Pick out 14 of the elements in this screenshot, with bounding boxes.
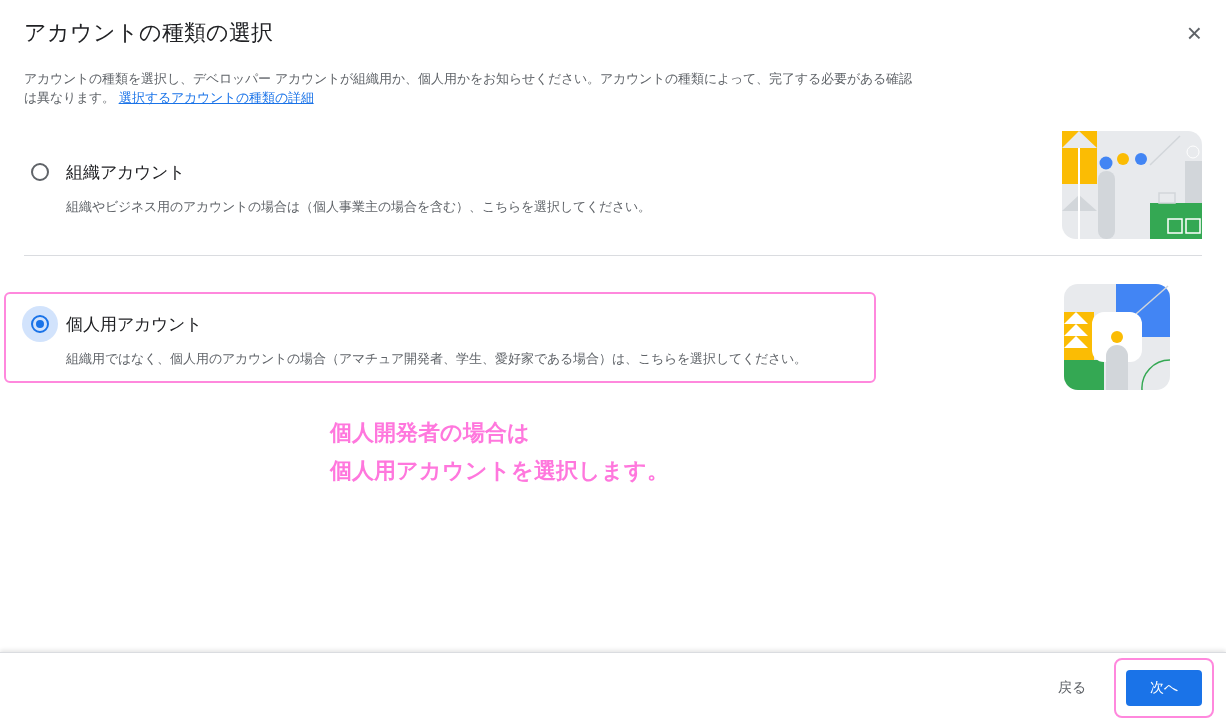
radio-button[interactable] xyxy=(22,305,58,342)
account-option[interactable]: 組織アカウント 組織やビジネス用のアカウントの場合は（個人事業主の場合を含む）、こちらを選択してください。 xyxy=(4,139,876,231)
option-label: 個人用アカウント xyxy=(66,313,203,336)
description-text: アカウントの種類を選択し、デベロッパー アカウントが組織用か、個人用かをお知らせください。アカウントの種類によって、完了する必要がある確認は異なります。 選択するアカウントの種類の詳細 xyxy=(24,70,913,107)
account-option[interactable]: 個人用アカウント 組織用ではなく、個人用のアカウントの場合（アマチュア開発者、学生、愛好家である場合）は、こちらを選択してください。 xyxy=(4,291,876,383)
details-link[interactable]: 選択するアカウントの種類の詳細 xyxy=(118,90,314,105)
back-button[interactable]: 戻る xyxy=(1042,669,1102,706)
dialog-title: アカウントの種類の選択 xyxy=(24,19,273,47)
option-description: 組織やビジネス用のアカウントの場合は（個人事業主の場合を含む）、こちらを選択してください。 xyxy=(66,198,651,216)
option-description: 組織用ではなく、個人用のアカウントの場合（アマチュア開発者、学生、愛好家である場合）は、こちらを選択してください。 xyxy=(66,350,807,368)
close-button[interactable]: × xyxy=(1186,20,1202,46)
annotation-text: 個人開発者の場合は 個人用アカウントを選択します。 xyxy=(330,419,670,485)
option-label: 組織アカウント xyxy=(66,161,186,184)
next-button[interactable]: 次へ xyxy=(1126,669,1202,706)
